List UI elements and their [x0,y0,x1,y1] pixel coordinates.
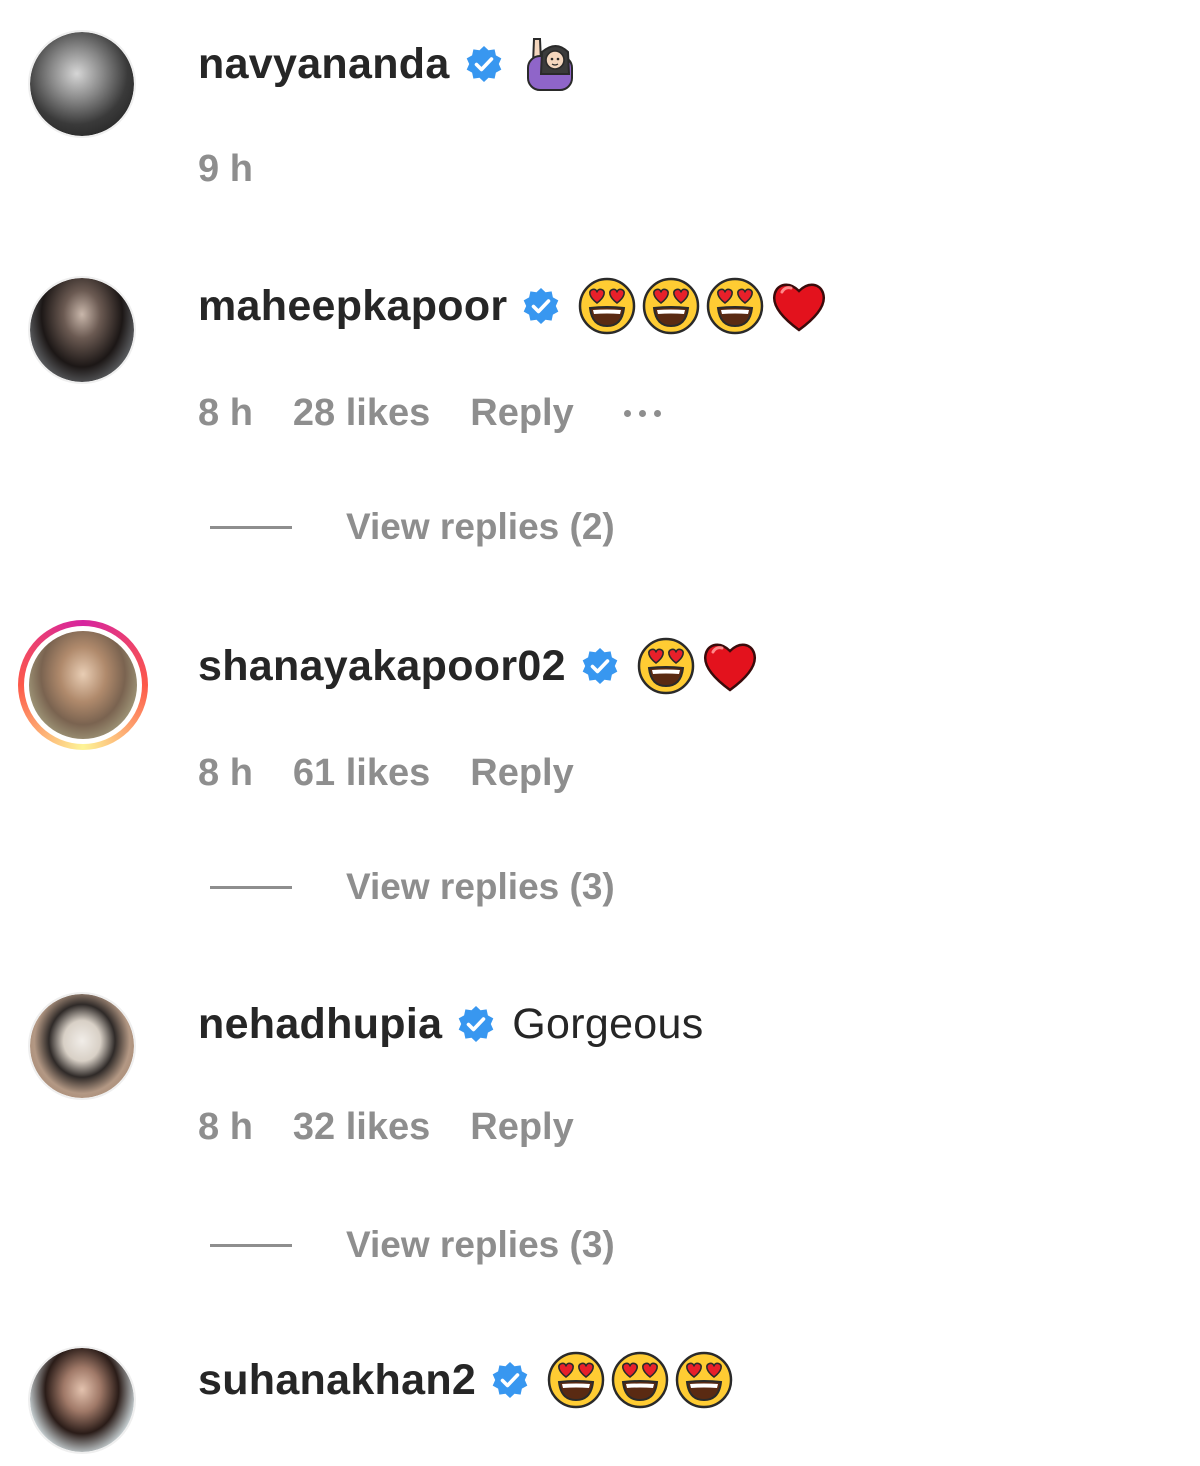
username[interactable]: suhanakhan2 [198,1356,476,1405]
heart-eyes-emoji-icon [546,1350,606,1410]
raising-hand-emoji-icon [520,34,580,94]
divider-line [210,885,292,889]
view-replies-button[interactable]: View replies (3) [210,864,615,910]
avatar[interactable] [28,992,136,1100]
heart-eyes-emoji-icon [641,276,701,336]
heart-eyes-emoji-icon [636,636,696,696]
verified-badge-icon [521,286,561,326]
username[interactable]: nehadhupia [198,1000,442,1049]
comment-emojis [546,1350,738,1410]
divider-line [210,1243,292,1247]
story-ring-gap [24,626,142,744]
comment-emojis [520,34,584,94]
view-replies-label: View replies (3) [346,866,615,907]
heart-eyes-emoji-icon [610,1350,670,1410]
reply-button[interactable]: Reply [470,1106,573,1149]
avatar-photo [29,631,137,739]
comment-text: Gorgeous [512,999,704,1048]
likes-count[interactable]: 61 likes [293,752,430,795]
comment-emojis [636,636,764,696]
avatar-story-ring[interactable] [18,620,148,750]
comment-timestamp[interactable]: 8 h [198,1106,253,1149]
username[interactable]: shanayakapoor02 [198,642,566,691]
divider-line [210,525,292,529]
likes-count[interactable]: 32 likes [293,1106,430,1149]
view-replies-label: View replies (2) [346,506,615,547]
red-heart-emoji-icon [700,636,760,696]
likes-count[interactable]: 28 likes [293,392,430,435]
avatar-photo [30,32,134,136]
comment-timestamp[interactable]: 8 h [198,752,253,795]
avatar-photo [30,1348,134,1452]
comment-timestamp[interactable]: 9 h [198,148,253,191]
more-options-icon[interactable] [623,409,661,417]
view-replies-button[interactable]: View replies (3) [210,1222,615,1268]
username[interactable]: maheepkapoor [198,282,507,331]
avatar-photo [30,278,134,382]
red-heart-emoji-icon [769,276,829,336]
comment-emojis [577,276,833,336]
heart-eyes-emoji-icon [577,276,637,336]
reply-button[interactable]: Reply [470,392,573,435]
heart-eyes-emoji-icon [674,1350,734,1410]
avatar[interactable] [28,30,136,138]
verified-badge-icon [456,1004,496,1044]
avatar-photo [30,994,134,1098]
avatar[interactable] [28,276,136,384]
verified-badge-icon [490,1360,530,1400]
username[interactable]: navyananda [198,40,450,89]
reply-button[interactable]: Reply [470,752,573,795]
avatar[interactable] [28,1346,136,1454]
verified-badge-icon [464,44,504,84]
view-replies-button[interactable]: View replies (2) [210,504,615,550]
comment-timestamp[interactable]: 8 h [198,392,253,435]
verified-badge-icon [580,646,620,686]
heart-eyes-emoji-icon [705,276,765,336]
view-replies-label: View replies (3) [346,1224,615,1265]
